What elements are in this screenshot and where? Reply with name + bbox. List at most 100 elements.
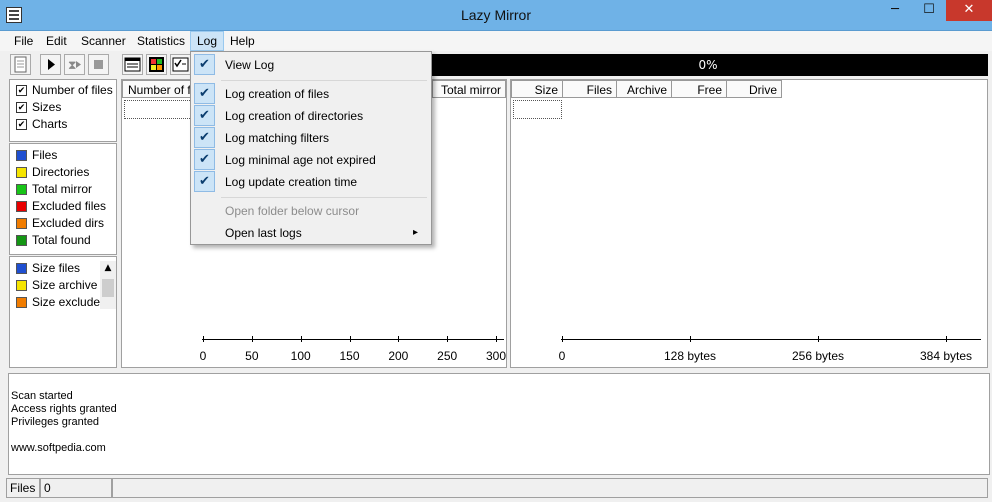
charts-checkbox[interactable]: ✔	[16, 119, 27, 130]
number-of-files-label: Number of files	[32, 83, 113, 97]
legend-size-files: Size files	[32, 261, 81, 275]
menu-log-update-creation-time[interactable]: ✔ Log update creation time	[193, 171, 429, 193]
close-button[interactable]: ✕	[946, 0, 992, 21]
axis-tick	[818, 336, 819, 342]
axis-tick	[300, 336, 302, 342]
menu-view-log[interactable]: ✔ View Log	[193, 54, 429, 76]
axis-tick-label: 250	[437, 349, 458, 363]
maximize-button[interactable]: ☐	[912, 0, 946, 21]
menu-open-folder-below-cursor[interactable]: Open folder below cursor	[193, 200, 429, 222]
check-icon: ✔	[194, 149, 215, 170]
directories-swatch[interactable]	[16, 167, 27, 178]
legend-panel: Files Directories Total mirror Excluded …	[9, 143, 117, 255]
svg-text:⧗: ⧗	[68, 58, 76, 72]
menu-label: Log minimal age not expired	[225, 153, 376, 167]
number-of-files-checkbox[interactable]: ✔	[16, 85, 27, 96]
check-icon: ✔	[194, 127, 215, 148]
log-panel[interactable]: Scan started Access rights granted Privi…	[8, 373, 990, 475]
axis-tick-label: 256 bytes	[791, 349, 845, 363]
files-swatch[interactable]	[16, 150, 27, 161]
axis-tick	[496, 336, 497, 342]
excluded-files-swatch[interactable]	[16, 201, 27, 212]
log-menu: ✔ View Log ✔ Log creation of files ✔ Log…	[190, 51, 432, 245]
axis-tick-label: 0	[199, 349, 207, 363]
status-value: 0	[40, 478, 112, 498]
axis-tick-label: 384 bytes	[919, 349, 973, 363]
sizes-checkbox[interactable]: ✔	[16, 102, 27, 113]
axis-tick	[251, 336, 253, 342]
size-files-swatch[interactable]	[16, 263, 27, 274]
view-log-label: View Log	[225, 58, 275, 72]
stop-icon[interactable]	[88, 54, 109, 75]
size-excluded-swatch[interactable]	[16, 297, 27, 308]
menu-statistics[interactable]: Statistics	[131, 31, 191, 51]
legend-directories: Directories	[32, 165, 90, 179]
submenu-arrow-icon: ▸	[413, 227, 419, 238]
check-icon: ✔	[194, 105, 215, 126]
menu-edit[interactable]: Edit	[40, 31, 73, 51]
sizes-label: Sizes	[32, 100, 62, 114]
legend-excluded-dirs: Excluded dirs	[32, 216, 105, 230]
status-bar: Files 0	[0, 476, 992, 502]
axis-tick	[562, 336, 563, 342]
size-archive-swatch[interactable]	[16, 280, 27, 291]
right-axis: 0 128 bytes 256 bytes 384 bytes	[511, 80, 989, 369]
menu-bar: File Edit Scanner Statistics Log Help	[0, 31, 992, 51]
menu-log-creation-directories[interactable]: ✔ Log creation of directories	[193, 105, 429, 127]
axis-tick	[690, 336, 691, 342]
menu-separator	[221, 80, 427, 81]
step-icon[interactable]: ⧗	[64, 54, 85, 75]
menu-label: Open folder below cursor	[225, 204, 360, 218]
axis-tick	[203, 336, 204, 342]
scrollbar[interactable]: ▲	[100, 261, 116, 309]
axis-tick	[946, 336, 947, 342]
log-line: Scan started	[11, 390, 73, 402]
check-icon: ✔	[194, 171, 215, 192]
progress-bar: 0%	[428, 54, 988, 76]
log-line: Privileges granted	[11, 416, 100, 428]
axis-tick-label: 128 bytes	[663, 349, 717, 363]
menu-label: Log matching filters	[225, 131, 330, 145]
new-document-icon[interactable]	[10, 54, 31, 75]
size-legend-panel: Size files Size archive Size excluded ▲	[9, 256, 117, 368]
menu-label: Log update creation time	[225, 175, 358, 189]
legend-size-archive: Size archive	[32, 278, 98, 292]
check-icon: ✔	[194, 54, 215, 75]
total-found-swatch[interactable]	[16, 235, 27, 246]
legend-excluded-files: Excluded files	[32, 199, 107, 213]
menu-log-minimal-age[interactable]: ✔ Log minimal age not expired	[193, 149, 429, 171]
check-icon: ✔	[194, 83, 215, 104]
menu-label: Log creation of directories	[225, 109, 364, 123]
menu-scanner[interactable]: Scanner	[75, 31, 132, 51]
menu-label: Open last logs	[225, 226, 302, 240]
axis-tick-label: 50	[245, 349, 259, 363]
menu-file[interactable]: File	[8, 31, 39, 51]
menu-log-creation-files[interactable]: ✔ Log creation of files	[193, 83, 429, 105]
menu-open-last-logs[interactable]: Open last logs ▸	[193, 222, 429, 244]
menu-log[interactable]: Log	[190, 31, 225, 51]
legend-total-mirror: Total mirror	[32, 182, 93, 196]
scroll-thumb[interactable]	[102, 279, 114, 297]
axis-tick	[398, 336, 400, 342]
menu-label: Log creation of files	[225, 87, 330, 101]
axis-tick-label: 150	[339, 349, 360, 363]
colored-grid-icon[interactable]	[146, 54, 167, 75]
log-line: www.softpedia.com	[11, 442, 106, 454]
play-icon[interactable]	[40, 54, 61, 75]
axis-tick-label: 100	[290, 349, 311, 363]
log-line: Access rights granted	[11, 403, 117, 415]
menu-help[interactable]: Help	[224, 31, 261, 51]
axis-tick-label: 0	[558, 349, 566, 363]
options-panel: ✔ Number of files ✔ Sizes ✔ Charts	[9, 79, 117, 142]
minimize-button[interactable]: ─	[878, 0, 912, 21]
excluded-dirs-swatch[interactable]	[16, 218, 27, 229]
menu-log-matching-filters[interactable]: ✔ Log matching filters	[193, 127, 429, 149]
axis-tick	[349, 336, 351, 342]
legend-size-excluded: Size excluded	[32, 295, 107, 309]
status-empty	[112, 478, 988, 498]
total-mirror-swatch[interactable]	[16, 184, 27, 195]
window-layout-icon[interactable]	[122, 54, 143, 75]
window-title: Lazy Mirror	[460, 7, 531, 23]
scroll-up-icon[interactable]: ▲	[100, 261, 116, 275]
checklist-icon[interactable]	[170, 54, 191, 75]
